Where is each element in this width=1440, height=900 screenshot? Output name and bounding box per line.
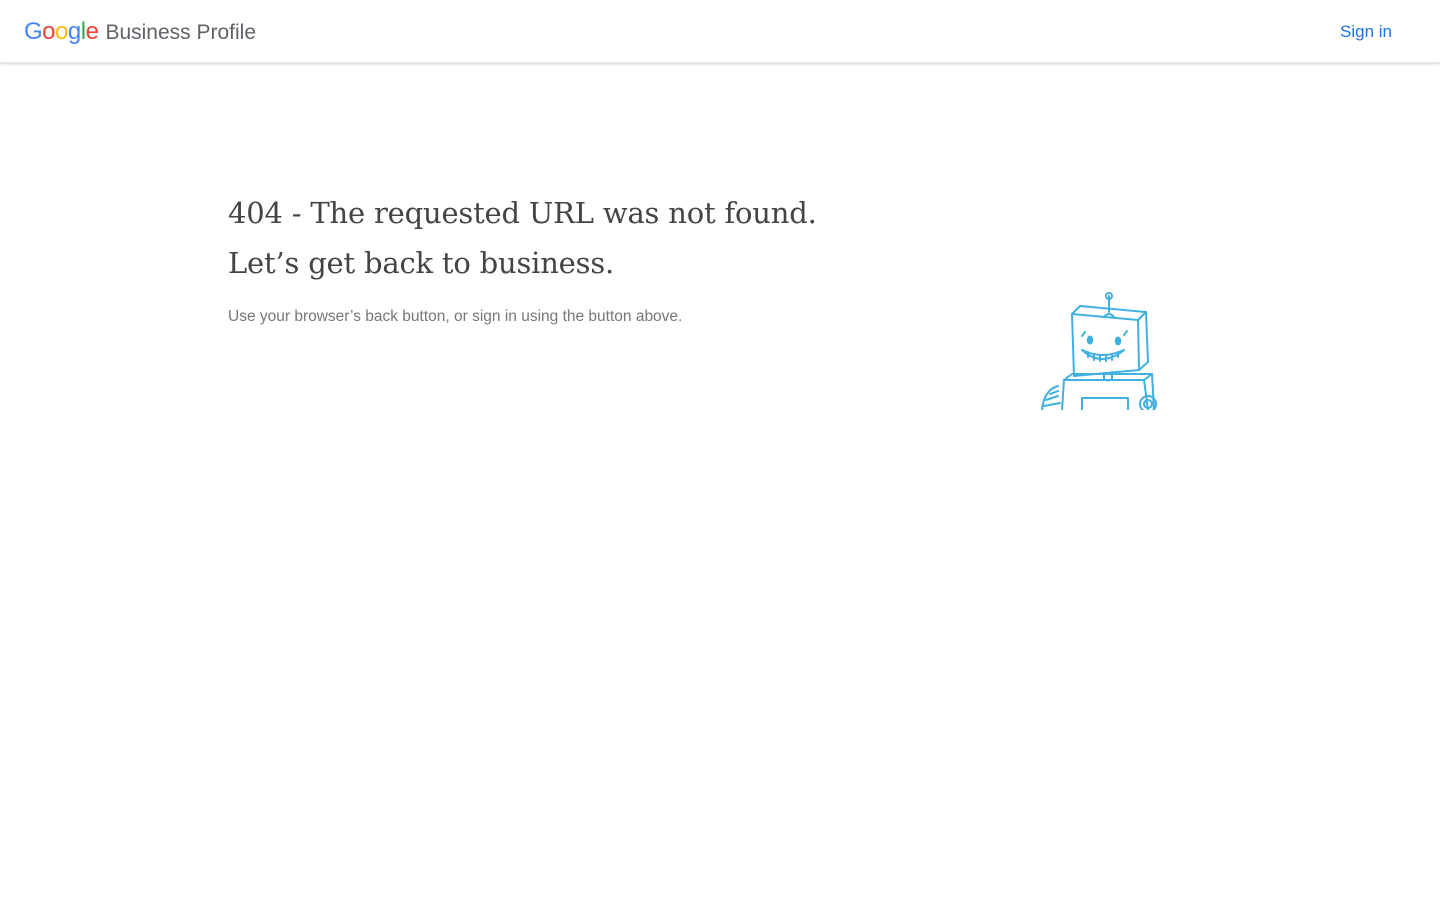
product-name: Business Profile xyxy=(105,21,257,44)
sign-in-button[interactable]: Sign in xyxy=(1340,22,1392,42)
error-help-text: Use your browser’s back button, or sign … xyxy=(228,308,683,325)
error-title: 404 - The requested URL was not found. xyxy=(228,196,817,230)
logo-letter: o xyxy=(55,18,68,45)
top-app-bar: Google Business Profile Sign in xyxy=(0,0,1440,63)
robot-icon xyxy=(1038,290,1166,413)
logo-letter: e xyxy=(85,18,99,45)
google-business-profile-logo[interactable]: Google Business Profile xyxy=(24,19,256,46)
logo-letter: o xyxy=(42,18,56,45)
logo-letter: G xyxy=(24,18,43,45)
error-content: 404 - The requested URL was not found. L… xyxy=(228,188,988,326)
google-logo: Google xyxy=(24,18,99,45)
error-subtitle: Let’s get back to business. xyxy=(228,246,615,280)
logo-letter: g xyxy=(67,18,81,45)
